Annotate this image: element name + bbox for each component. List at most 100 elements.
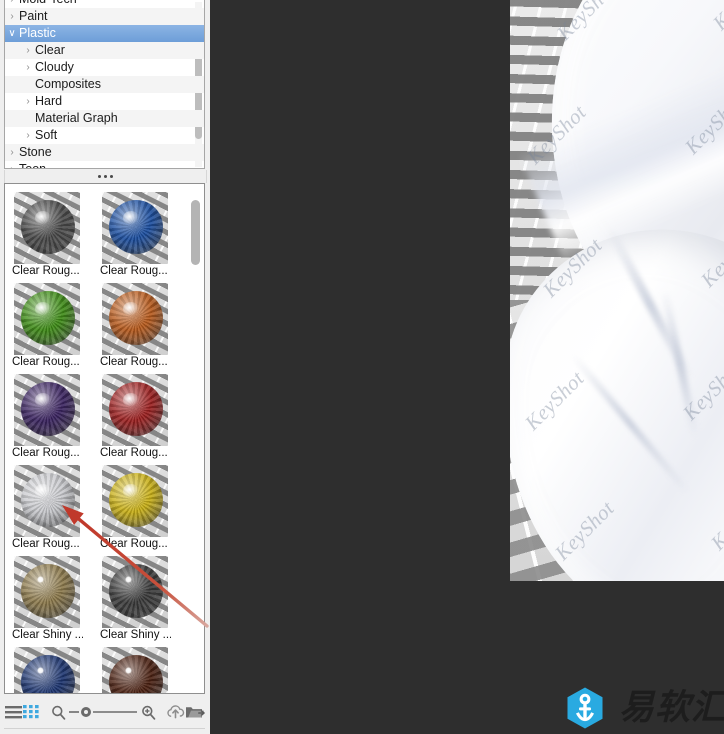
material-preview-image	[102, 283, 168, 355]
material-thumbnail-item[interactable]: Clear Shiny ...	[99, 553, 171, 644]
grid-view-icon[interactable]	[22, 701, 40, 723]
material-thumbnail-item[interactable]	[11, 644, 83, 693]
tree-item-label: Stone	[19, 145, 52, 159]
brand-watermark: 易软汇	[563, 686, 724, 730]
splitter-dot	[98, 175, 101, 178]
material-preview-image	[14, 374, 80, 446]
zoom-in-icon[interactable]	[139, 701, 157, 723]
material-category-tree[interactable]: ›Mold-Tech›Paint∨Plastic›Clear›CloudyCom…	[4, 0, 205, 169]
toolbar-gap	[158, 701, 166, 723]
splitter-dot	[110, 175, 113, 178]
chevron-right-icon[interactable]: ›	[5, 8, 19, 25]
tree-item-composites[interactable]: Composites	[5, 76, 204, 93]
material-preview-image	[14, 647, 80, 693]
import-folder-icon[interactable]	[185, 701, 205, 723]
material-name-label: Clear Roug...	[100, 265, 168, 277]
material-preview-image	[102, 465, 168, 537]
tree-item-cloudy[interactable]: › Cloudy	[5, 59, 204, 76]
tree-item-label: Cloudy	[35, 60, 74, 74]
material-sphere	[109, 200, 163, 254]
material-name-label: Clear Roug...	[12, 265, 80, 277]
material-preview-image	[102, 647, 168, 693]
material-sphere	[21, 564, 75, 618]
material-thumbnail-grid: Clear Roug... Clear Roug... Clear Roug... C…	[11, 189, 183, 693]
material-sphere	[109, 291, 163, 345]
material-thumbnail-item[interactable]: Clear Roug...	[99, 462, 171, 553]
tree-item-stone[interactable]: › Stone	[5, 144, 204, 161]
material-sphere	[109, 382, 163, 436]
thumbnail-size-slider[interactable]	[67, 701, 139, 723]
material-name-label: Clear Roug...	[12, 538, 80, 550]
splitter-dot	[104, 175, 107, 178]
material-sphere	[21, 655, 75, 693]
tree-item-label: Mold-Tech	[19, 0, 77, 8]
tree-item-label: Plastic	[19, 26, 56, 40]
tree-item-label: Clear	[35, 43, 65, 57]
chevron-right-icon[interactable]: ›	[5, 0, 19, 8]
tree-item-plastic[interactable]: ∨ Plastic	[5, 25, 204, 42]
chevron-right-icon[interactable]: ›	[21, 42, 35, 59]
chevron-right-icon[interactable]: ›	[21, 127, 35, 144]
grid-scrollbar-thumb[interactable]	[191, 200, 200, 265]
zoom-out-icon[interactable]	[49, 701, 67, 723]
tree-item-soft[interactable]: › Soft	[5, 127, 204, 144]
material-thumbnail-item[interactable]	[99, 644, 171, 693]
material-preview-image	[14, 556, 80, 628]
chevron-right-icon[interactable]: ›	[5, 161, 19, 168]
panel-splitter-handle[interactable]	[4, 170, 207, 183]
yiruanhui-hex-logo	[567, 687, 603, 729]
tree-item-label: Hard	[35, 94, 63, 108]
material-sphere	[109, 564, 163, 618]
material-sphere	[21, 200, 75, 254]
material-preview-image	[102, 192, 168, 264]
material-name-label: Clear Roug...	[12, 356, 80, 368]
tree-item-clear[interactable]: › Clear	[5, 42, 204, 59]
material-thumbnail-item[interactable]: Clear Roug...	[11, 462, 83, 553]
material-name-label: Clear Roug...	[12, 447, 80, 459]
chevron-right-icon[interactable]: ›	[21, 59, 35, 76]
list-view-icon[interactable]	[4, 701, 22, 723]
material-thumbnail-item[interactable]: Clear Roug...	[99, 280, 171, 371]
material-name-label: Clear Roug...	[100, 356, 168, 368]
material-preview-image	[102, 374, 168, 446]
tree-item-label: Soft	[35, 128, 58, 142]
tree-item-label: Paint	[19, 9, 48, 23]
brand-name-text: 易软汇	[619, 687, 724, 728]
material-sphere	[21, 473, 75, 527]
material-thumbnail-item[interactable]: Clear Shiny ...	[11, 553, 83, 644]
material-name-label: Clear Roug...	[100, 538, 168, 550]
tree-item-toon[interactable]: ›Toon	[5, 161, 204, 169]
material-thumbnail-item[interactable]: Clear Roug...	[99, 189, 171, 280]
chevron-right-icon[interactable]: ›	[5, 144, 19, 161]
toolbar-divider	[4, 728, 205, 729]
render-viewport[interactable]: KeyShot KeyShot KeyShot KeyShot KeyShot …	[210, 0, 724, 734]
tree-item-label: Toon	[19, 162, 47, 169]
library-bottom-toolbar	[4, 697, 205, 727]
material-library-dock: ›Mold-Tech›Paint∨Plastic›Clear›CloudyCom…	[0, 0, 210, 734]
chevron-down-icon[interactable]: ∨	[5, 25, 19, 42]
toolbar-gap	[41, 701, 49, 723]
material-thumbnail-grid-panel[interactable]: Clear Roug... Clear Roug... Clear Roug... C…	[4, 183, 205, 694]
material-name-label: Clear Roug...	[100, 447, 168, 459]
tree-item-hard[interactable]: › Hard	[5, 93, 204, 110]
cloud-upload-icon[interactable]	[166, 701, 185, 723]
material-thumbnail-item[interactable]: Clear Roug...	[11, 371, 83, 462]
material-preview-image	[14, 465, 80, 537]
material-thumbnail-item[interactable]: Clear Roug...	[99, 371, 171, 462]
tree-item-label: Composites	[35, 77, 101, 91]
tree-item-paint[interactable]: › Paint	[5, 8, 204, 25]
material-preview-image	[14, 192, 80, 264]
material-preview-image	[14, 283, 80, 355]
material-name-label: Clear Shiny ...	[12, 629, 83, 641]
tree-item-label: Material Graph	[35, 111, 118, 125]
material-preview-image	[102, 556, 168, 628]
material-thumbnail-item[interactable]: Clear Roug...	[11, 280, 83, 371]
material-name-label: Clear Shiny ...	[100, 629, 171, 641]
tree-item-mold-tech[interactable]: ›Mold-Tech	[5, 0, 204, 8]
material-thumbnail-item[interactable]: Clear Roug...	[11, 189, 83, 280]
material-sphere	[21, 382, 75, 436]
render-output-image[interactable]: KeyShot KeyShot KeyShot KeyShot KeyShot …	[510, 0, 724, 581]
material-sphere	[109, 655, 163, 693]
tree-item-material-graph[interactable]: Material Graph	[5, 110, 204, 127]
chevron-right-icon[interactable]: ›	[21, 93, 35, 110]
